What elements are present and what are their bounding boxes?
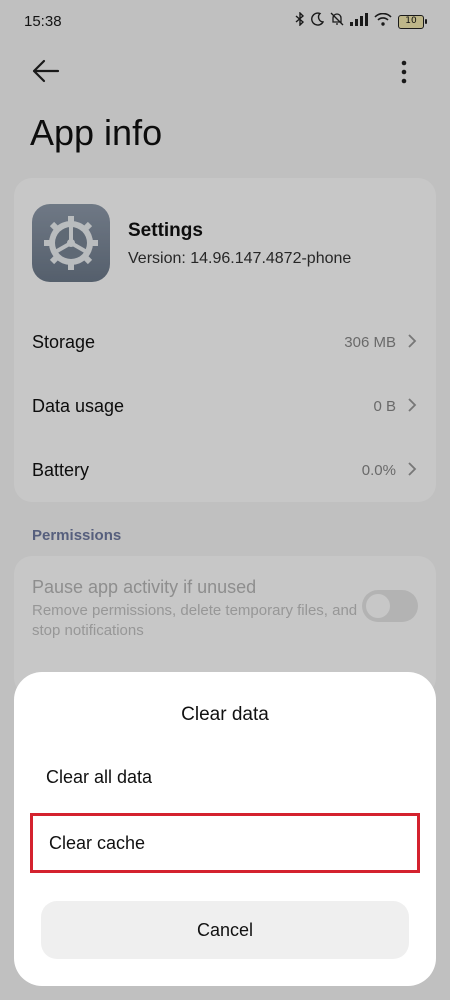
dialog-title: Clear data	[181, 704, 269, 725]
cancel-button[interactable]: Cancel	[41, 901, 409, 959]
clear-all-data-label: Clear all data	[46, 767, 153, 787]
clear-data-dialog: Clear data Clear all data Clear cache Ca…	[14, 672, 436, 986]
clear-all-data-option[interactable]: Clear all data	[30, 748, 420, 808]
clear-cache-option[interactable]: Clear cache	[30, 813, 420, 873]
clear-cache-label: Clear cache	[49, 833, 146, 853]
